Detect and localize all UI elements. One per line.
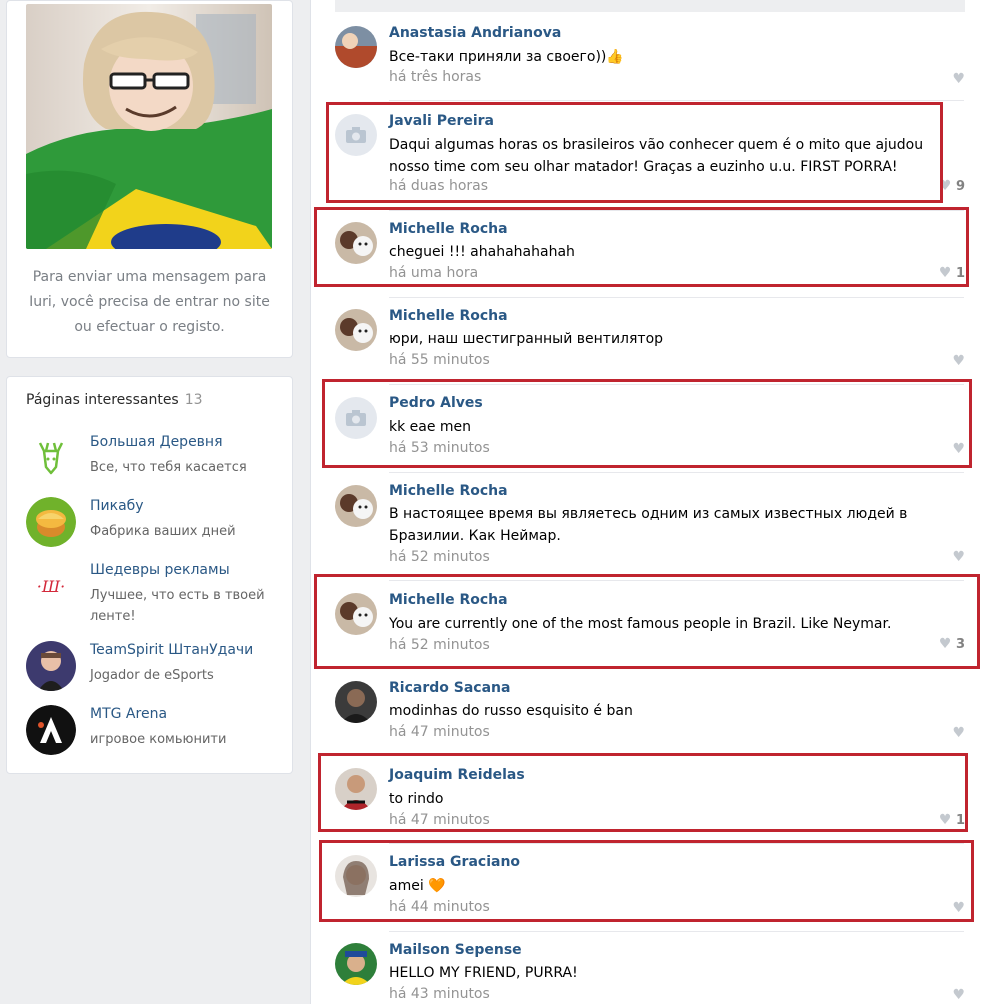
page-name[interactable]: TeamSpirit ШтанУдачи: [90, 642, 253, 658]
comment-time[interactable]: há 55 minutos: [389, 352, 490, 368]
comment-time[interactable]: há 47 minutos: [389, 724, 490, 740]
svg-text:·Ш·: ·Ш·: [37, 577, 65, 596]
heart-icon: ♥: [952, 725, 965, 741]
pikabu-logo[interactable]: [26, 497, 76, 547]
comment-time[interactable]: há 43 minutos: [389, 986, 490, 1002]
comment-text: HELLO MY FRIEND, PURRA!: [389, 965, 578, 981]
mtg-arena-logo[interactable]: [26, 705, 76, 755]
comment-separator: [389, 931, 964, 932]
highlight-box: [318, 753, 968, 832]
comment-text: Все-таки приняли за своего))👍: [389, 49, 624, 65]
highlight-box: [326, 102, 943, 203]
comment-text: modinhas do russo esquisito é ban: [389, 703, 633, 719]
comment-author[interactable]: Michelle Rocha: [389, 308, 508, 324]
comment-separator: [389, 297, 964, 298]
comment-avatar[interactable]: [335, 681, 377, 723]
highlight-box: [319, 840, 974, 922]
like-button[interactable]: ♥: [952, 71, 965, 87]
comment-text: юри, наш шестигранный вентилятор: [389, 331, 664, 347]
interesting-pages-count: 13: [184, 392, 203, 408]
like-button[interactable]: ♥: [952, 353, 965, 369]
profile-photo[interactable]: [26, 4, 272, 249]
page-name[interactable]: Шедевры рекламы: [90, 562, 230, 578]
player-avatar[interactable]: [26, 641, 76, 691]
comment-avatar[interactable]: [335, 485, 377, 527]
comment-author[interactable]: Anastasia Andrianova: [389, 25, 561, 41]
like-button[interactable]: ♥: [952, 987, 965, 1003]
like-count: 9: [955, 179, 965, 194]
highlight-box: [314, 207, 969, 287]
like-button[interactable]: ♥: [952, 725, 965, 741]
message-login-note: Para enviar uma mensagem para Iuri, você…: [29, 269, 270, 335]
interesting-pages-card: Páginas interessantes 13 Большая Деревня …: [6, 376, 293, 774]
page-item[interactable]: ·Ш· Шедевры рекламы Лучшее, что есть в т…: [26, 561, 286, 624]
comment-item: Michelle Rocha В настоящее время вы явля…: [311, 472, 984, 580]
page-name[interactable]: Большая Деревня: [90, 434, 223, 450]
comment-author[interactable]: Mailson Sepense: [389, 942, 522, 958]
comment-time[interactable]: há 52 minutos: [389, 549, 490, 565]
page-name[interactable]: MTG Arena: [90, 706, 167, 722]
profile-card: Para enviar uma mensagem para Iuri, você…: [6, 0, 293, 358]
interesting-pages-header[interactable]: Páginas interessantes 13: [26, 392, 203, 408]
comment-item: Michelle Rocha юри, наш шестигранный вен…: [311, 297, 984, 384]
page-item[interactable]: Пикабу Фабрика ваших дней: [26, 497, 286, 551]
comment-separator: [389, 100, 964, 101]
heart-icon: ♥: [952, 549, 965, 565]
heart-icon: ♥: [952, 353, 965, 369]
page-description: Лучшее, что есть в твоей ленте!: [90, 588, 265, 624]
highlight-box: [322, 379, 972, 468]
page-description: игровое комьюнити: [90, 732, 227, 747]
comment-avatar[interactable]: [335, 309, 377, 351]
comment-separator: [389, 472, 964, 473]
comment-avatar[interactable]: [335, 943, 377, 985]
like-button[interactable]: ♥: [952, 549, 965, 565]
page-item[interactable]: TeamSpirit ШтанУдачи Jogador de eSports: [26, 641, 286, 695]
comment-time[interactable]: há três horas: [389, 69, 481, 85]
comment-text: В настоящее время вы являетесь одним из …: [389, 506, 908, 544]
interesting-pages-title: Páginas interessantes: [26, 392, 179, 408]
page-description: Jogador de eSports: [90, 668, 214, 683]
page-description: Фабрика ваших дней: [90, 524, 236, 539]
page-item[interactable]: MTG Arena игровое комьюнити: [26, 705, 286, 759]
comment-item: Mailson Sepense HELLO MY FRIEND, PURRA! …: [311, 931, 984, 1004]
page-name[interactable]: Пикабу: [90, 498, 144, 514]
shedevry-logo[interactable]: ·Ш·: [26, 561, 76, 611]
deer-icon[interactable]: [26, 433, 76, 483]
comment-author[interactable]: Ricardo Sacana: [389, 680, 510, 696]
comment-author[interactable]: Michelle Rocha: [389, 483, 508, 499]
page-description: Все, что тебя касается: [90, 460, 247, 475]
feed-top-divider: [335, 0, 965, 12]
comment-avatar[interactable]: [335, 26, 377, 68]
heart-icon: ♥: [952, 71, 965, 87]
heart-icon: ♥: [952, 987, 965, 1003]
comment-item: Ricardo Sacana modinhas do russo esquisi…: [311, 668, 984, 755]
comment-item: Anastasia Andrianova Все-таки приняли за…: [311, 13, 984, 100]
page-item[interactable]: Большая Деревня Все, что тебя касается: [26, 433, 286, 487]
highlight-box: [314, 574, 980, 669]
